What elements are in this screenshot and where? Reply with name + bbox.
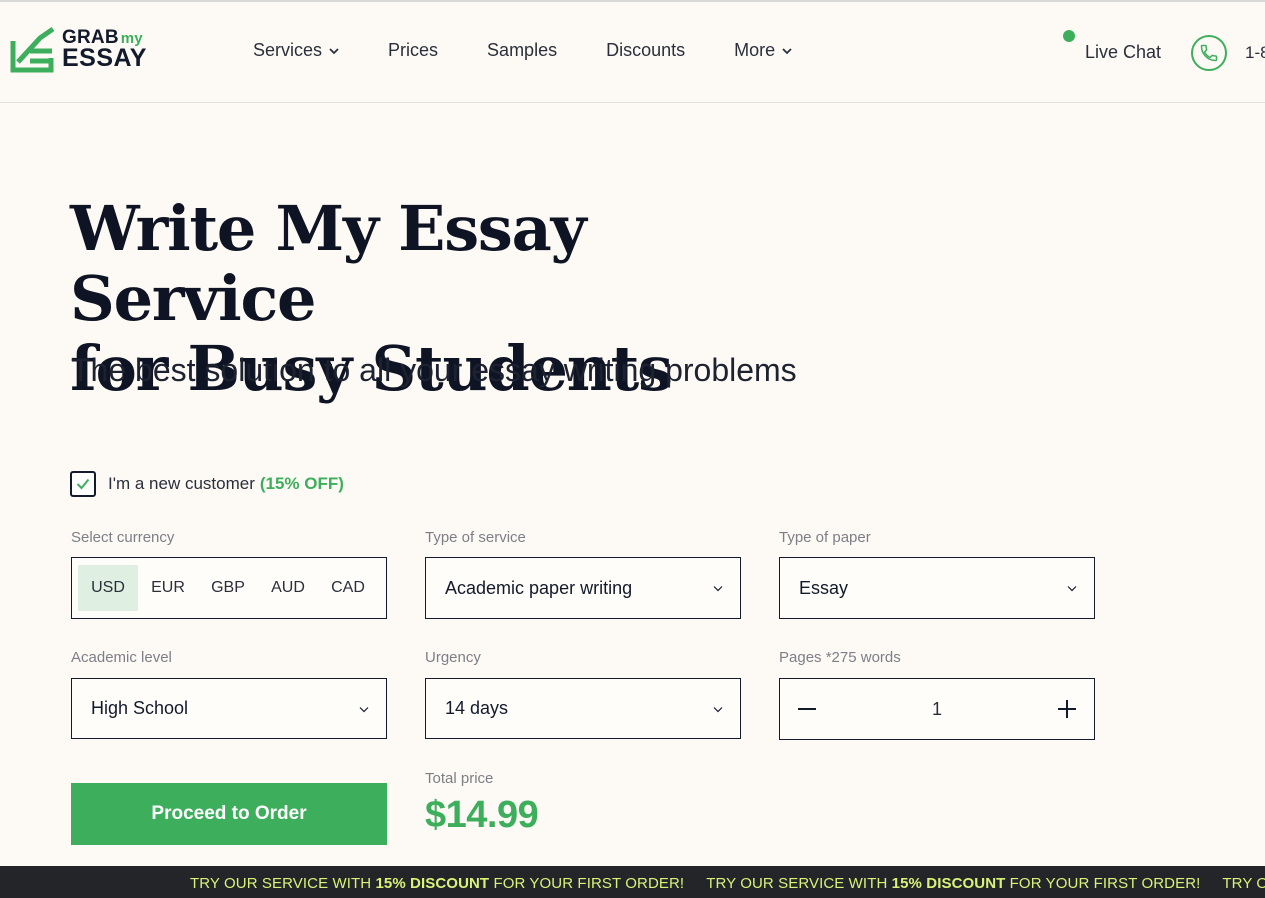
nav-prices-label: Prices xyxy=(388,40,439,60)
pages-stepper: 1 xyxy=(779,678,1095,740)
live-chat-label: Live Chat xyxy=(1085,42,1162,62)
nav-samples-label: Samples xyxy=(487,40,558,60)
new-customer-checkbox[interactable] xyxy=(70,471,96,497)
banner-message-partial: TRY OUR S xyxy=(1222,875,1265,892)
pages-value[interactable]: 1 xyxy=(932,699,942,720)
banner-post: FOR YOUR FIRST ORDER! xyxy=(489,875,685,892)
service-value: Academic paper writing xyxy=(445,577,633,598)
brand-logo[interactable]: GRAB my ESSAY xyxy=(10,24,147,74)
decrement-button[interactable] xyxy=(796,698,818,720)
level-label: Academic level xyxy=(71,649,172,666)
currency-aud[interactable]: AUD xyxy=(258,565,318,611)
new-customer-option: I'm a new customer (15% OFF) xyxy=(70,471,344,497)
level-value: High School xyxy=(91,698,189,718)
nav-prices[interactable]: Prices xyxy=(388,40,438,61)
nav-services[interactable]: Services xyxy=(253,40,339,61)
chevron-down-icon xyxy=(329,47,339,54)
logo-mark-icon xyxy=(10,26,55,73)
page-subtitle: The best solution to all your essay writ… xyxy=(71,352,797,388)
total-price-label: Total price xyxy=(425,770,494,787)
currency-selector: USD EUR GBP AUD CAD xyxy=(71,557,387,619)
service-select[interactable]: Academic paper writing xyxy=(425,557,741,619)
logo-essay: ESSAY xyxy=(62,43,147,72)
banner-track: TRY OUR SERVICE WITH 15% DISCOUNT FOR YO… xyxy=(190,875,1265,892)
currency-gbp[interactable]: GBP xyxy=(198,565,258,611)
phone-glyph-icon xyxy=(1200,44,1218,62)
urgency-label: Urgency xyxy=(425,649,481,666)
nav-more-label: More xyxy=(734,40,776,60)
nav-discounts[interactable]: Discounts xyxy=(606,40,685,61)
level-select[interactable]: High School xyxy=(71,678,387,739)
currency-eur[interactable]: EUR xyxy=(138,565,198,611)
chevron-down-icon xyxy=(1067,586,1077,592)
chevron-down-icon xyxy=(359,707,369,713)
logo-wordmark: GRAB my ESSAY xyxy=(62,28,147,71)
total-price-value: $14.99 xyxy=(425,794,539,836)
currency-usd[interactable]: USD xyxy=(78,565,138,611)
plus-icon xyxy=(1057,700,1076,718)
pages-label: Pages *275 words xyxy=(779,649,901,666)
site-header: GRAB my ESSAY Services Prices Samples Dis… xyxy=(0,2,1265,103)
minus-icon xyxy=(798,708,816,710)
phone-number[interactable]: 1-8 xyxy=(1245,43,1265,63)
nav-services-label: Services xyxy=(253,40,323,60)
banner-post: FOR YOUR FIRST ORDER! xyxy=(1005,875,1201,892)
proceed-to-order-button[interactable]: Proceed to Order xyxy=(71,783,387,845)
urgency-value: 14 days xyxy=(445,698,509,718)
check-icon xyxy=(76,478,90,490)
banner-pre: TRY OUR SERVICE WITH xyxy=(190,875,376,892)
paper-select[interactable]: Essay xyxy=(779,557,1095,619)
new-customer-label: I'm a new customer xyxy=(108,474,255,493)
main-nav: Services Prices Samples Discounts More xyxy=(253,40,841,61)
paper-label: Type of paper xyxy=(779,529,871,546)
nav-discounts-label: Discounts xyxy=(606,40,686,60)
urgency-select[interactable]: 14 days xyxy=(425,678,741,739)
service-label: Type of service xyxy=(425,529,526,546)
online-status-dot xyxy=(1063,30,1075,42)
nav-more[interactable]: More xyxy=(734,40,792,61)
new-customer-discount: (15% OFF) xyxy=(259,474,344,493)
currency-label: Select currency xyxy=(71,529,175,546)
title-line-1: Write My Essay Service xyxy=(70,192,587,335)
nav-samples[interactable]: Samples xyxy=(487,40,557,61)
banner-pre: TRY OUR SERVICE WITH xyxy=(706,875,892,892)
chevron-down-icon xyxy=(782,47,792,54)
banner-message: TRY OUR SERVICE WITH 15% DISCOUNT FOR YO… xyxy=(190,875,684,892)
banner-bold: 15% DISCOUNT xyxy=(375,875,490,892)
banner-message: TRY OUR SERVICE WITH 15% DISCOUNT FOR YO… xyxy=(706,875,1200,892)
chevron-down-icon xyxy=(713,586,723,592)
increment-button[interactable] xyxy=(1056,698,1078,720)
paper-value: Essay xyxy=(799,577,849,598)
currency-cad[interactable]: CAD xyxy=(318,565,378,611)
discount-banner: TRY OUR SERVICE WITH 15% DISCOUNT FOR YO… xyxy=(0,866,1265,898)
phone-icon[interactable] xyxy=(1191,35,1227,71)
chevron-down-icon xyxy=(713,707,723,713)
banner-bold: 15% DISCOUNT xyxy=(891,875,1006,892)
